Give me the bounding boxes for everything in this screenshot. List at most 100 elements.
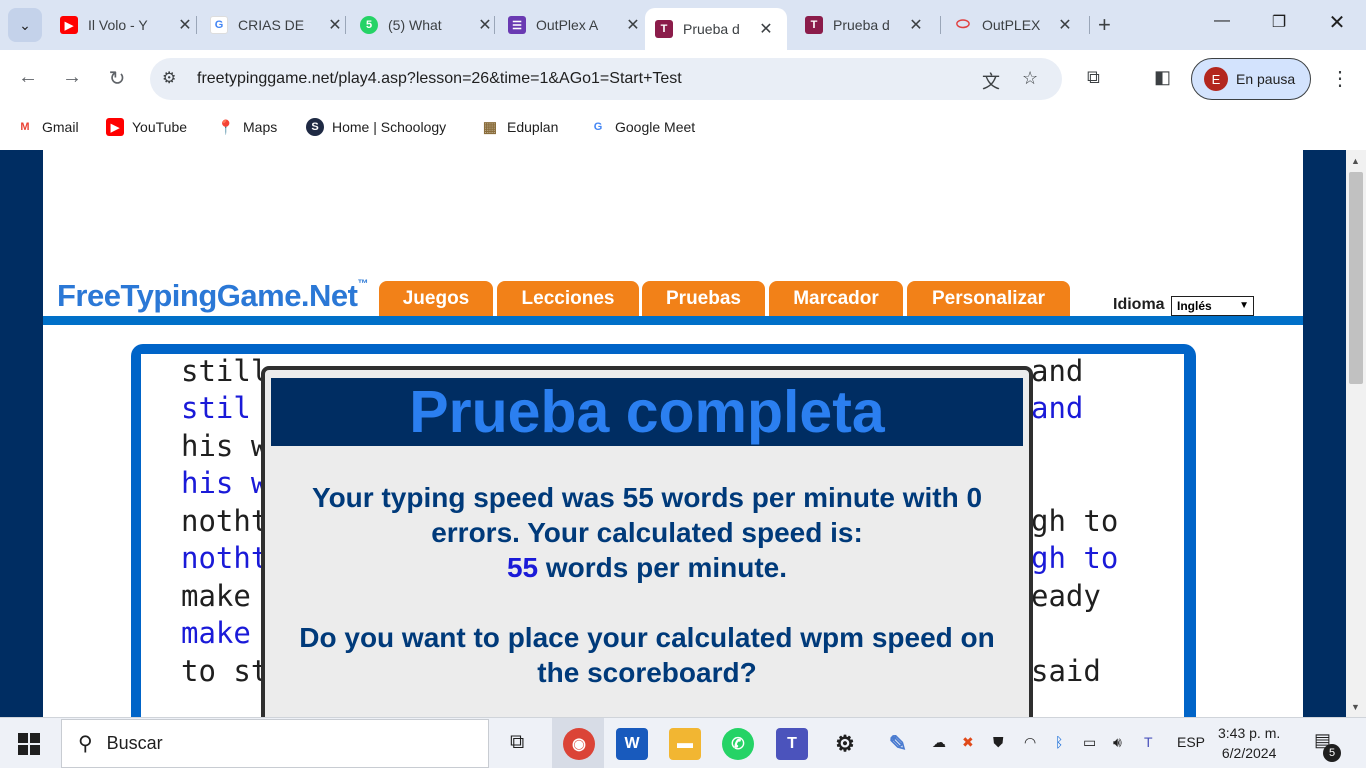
google-icon: G <box>210 16 228 34</box>
volume-icon[interactable]: 🔊︎ <box>1113 734 1122 751</box>
language-select[interactable]: Inglés ▼ <box>1171 296 1254 316</box>
onedrive-icon[interactable]: ☁ <box>932 734 946 751</box>
logo-trademark: ™ <box>357 278 369 290</box>
side-panel-icon[interactable]: ◧ <box>1154 67 1171 88</box>
task-view-icon[interactable]: ⧉ <box>510 731 524 754</box>
tab-separator <box>1089 16 1090 34</box>
tab-label: CRIAS DE <box>238 17 305 33</box>
teams-tray-icon[interactable]: T <box>1144 734 1153 750</box>
outplex-oval-icon: ⬭ <box>956 16 970 33</box>
bookmark-label: Eduplan <box>507 119 559 135</box>
nav-marcador[interactable]: Marcador <box>769 281 903 316</box>
whatsapp-icon: 5 <box>360 16 378 34</box>
bookmark-eduplan[interactable]: ▦ Eduplan <box>481 118 558 136</box>
tab-1[interactable]: G CRIAS DE ✕ <box>200 8 354 42</box>
typing-t-icon: T <box>655 20 673 38</box>
close-icon[interactable]: ✕ <box>624 15 642 35</box>
test-complete-dialog: Prueba completa Your typing speed was 55… <box>261 366 1033 717</box>
nav-lecciones[interactable]: Lecciones <box>497 281 639 316</box>
word-icon[interactable]: W <box>616 728 648 760</box>
scrollbar-thumb[interactable] <box>1349 172 1363 384</box>
clock-date: 6/2/2024 <box>1221 745 1277 761</box>
chevron-down-icon: ⌄ <box>19 16 31 33</box>
plus-icon: + <box>1098 12 1111 37</box>
page-container: FreeTypingGame.Net™ Juegos Lecciones Pru… <box>43 150 1303 717</box>
bookmark-gmail[interactable]: M Gmail <box>16 118 79 136</box>
close-window-button[interactable]: ✕ <box>1327 10 1347 35</box>
minimize-button[interactable]: — <box>1212 12 1232 30</box>
taskbar-search[interactable]: ⚲ Buscar <box>61 719 489 768</box>
close-icon[interactable]: ✕ <box>476 15 494 35</box>
dialog-title: Prueba completa <box>409 379 885 445</box>
close-icon[interactable]: ✕ <box>1056 15 1074 35</box>
restore-button[interactable]: ❐ <box>1269 12 1289 32</box>
wifi-icon[interactable]: ◠ <box>1024 734 1036 751</box>
close-icon[interactable]: ✕ <box>757 19 775 39</box>
calculated-speed: 55 words per minute. <box>265 550 1029 585</box>
teams-icon[interactable]: T <box>776 728 808 760</box>
bookmark-google-meet[interactable]: G Google Meet <box>589 118 695 136</box>
forward-button[interactable]: → <box>60 66 84 89</box>
tab-4-active[interactable]: T Prueba d ✕ <box>645 8 787 50</box>
tab-3[interactable]: ☰ OutPlex A ✕ <box>498 8 652 42</box>
site-info-icon[interactable]: ⚙ <box>162 68 176 88</box>
bookmark-schoology[interactable]: S Home | Schoology <box>306 118 446 136</box>
scoreboard-question: Do you want to place your calculated wpm… <box>265 620 1029 690</box>
scroll-up-icon[interactable]: ▲ <box>1351 156 1360 166</box>
input-language[interactable]: ESP <box>1177 734 1205 750</box>
nav-juegos[interactable]: Juegos <box>379 281 493 316</box>
extensions-icon[interactable]: ⧉ <box>1087 67 1100 88</box>
speed-suffix: words per minute. <box>538 552 788 583</box>
start-button[interactable] <box>18 733 40 755</box>
close-icon: ✕ <box>1328 12 1346 34</box>
whatsapp-icon[interactable]: ✆ <box>722 728 754 760</box>
bookmarks-bar: M Gmail ▶ YouTube 📍 Maps S Home | School… <box>0 108 1366 150</box>
back-button[interactable]: ← <box>16 66 40 89</box>
bookmark-maps[interactable]: 📍 Maps <box>217 118 277 136</box>
security-alert-icon[interactable]: ✖ <box>962 734 974 751</box>
question-line: the scoreboard? <box>537 657 757 688</box>
system-clock[interactable]: 3:43 p. m. 6/2/2024 <box>1218 723 1280 763</box>
bluetooth-icon[interactable]: ᛒ <box>1055 734 1063 750</box>
outplex-list-icon: ☰ <box>508 16 526 34</box>
tab-separator <box>345 16 346 34</box>
clock-time: 3:43 p. m. <box>1218 725 1281 741</box>
nav-pruebas[interactable]: Pruebas <box>642 281 765 316</box>
tab-separator <box>940 16 941 34</box>
profile-status: En pausa <box>1236 71 1296 87</box>
close-icon[interactable]: ✕ <box>326 15 344 35</box>
close-icon[interactable]: ✕ <box>907 15 925 35</box>
site-logo[interactable]: FreeTypingGame.Net™ <box>57 278 368 314</box>
tab-6[interactable]: ⬭ OutPLEX ✕ <box>944 8 1084 42</box>
nav-personalizar[interactable]: Personalizar <box>907 281 1070 316</box>
tab-search-button[interactable]: ⌄ <box>8 8 42 42</box>
new-tab-button[interactable]: + <box>1098 12 1111 38</box>
url-text[interactable]: freetypinggame.net/play4.asp?lesson=26&t… <box>197 70 682 88</box>
profile-button[interactable]: E En pausa <box>1191 58 1311 100</box>
chrome-icon[interactable]: ◉ <box>563 728 595 760</box>
reload-button[interactable]: ↻ <box>105 66 129 91</box>
youtube-icon: ▶ <box>106 118 124 136</box>
settings-gear-icon[interactable]: ⚙ <box>829 728 861 760</box>
result-message: Your typing speed was 55 words per minut… <box>265 480 1029 585</box>
bookmark-youtube[interactable]: ▶ YouTube <box>106 118 187 136</box>
tab-5[interactable]: T Prueba d ✕ <box>795 8 935 42</box>
battery-icon[interactable]: ▭ <box>1083 734 1096 751</box>
page-scrollbar[interactable]: ▲ ▼ <box>1346 150 1366 717</box>
scroll-down-icon[interactable]: ▼ <box>1351 702 1360 712</box>
typed-line: his w <box>181 466 269 500</box>
star-icon[interactable]: ☆ <box>1022 68 1038 89</box>
dialog-header: Prueba completa <box>271 378 1023 446</box>
reload-icon: ↻ <box>108 68 126 90</box>
tab-0[interactable]: ▶ Il Volo - Y ✕ <box>50 8 204 42</box>
paint-icon[interactable]: ✎ <box>882 728 914 760</box>
shield-icon[interactable]: ⛊ <box>993 734 1004 751</box>
gmail-icon: M <box>16 118 34 136</box>
file-explorer-icon[interactable]: ▬ <box>669 728 701 760</box>
menu-icon[interactable]: ⋮ <box>1330 66 1350 91</box>
tab-2[interactable]: 5 (5) What ✕ <box>350 8 504 42</box>
translate-icon[interactable]: 文 <box>982 68 1000 94</box>
close-icon[interactable]: ✕ <box>176 15 194 35</box>
language-value: Inglés <box>1177 299 1212 313</box>
address-bar[interactable]: ⚙ freetypinggame.net/play4.asp?lesson=26… <box>150 58 1062 100</box>
